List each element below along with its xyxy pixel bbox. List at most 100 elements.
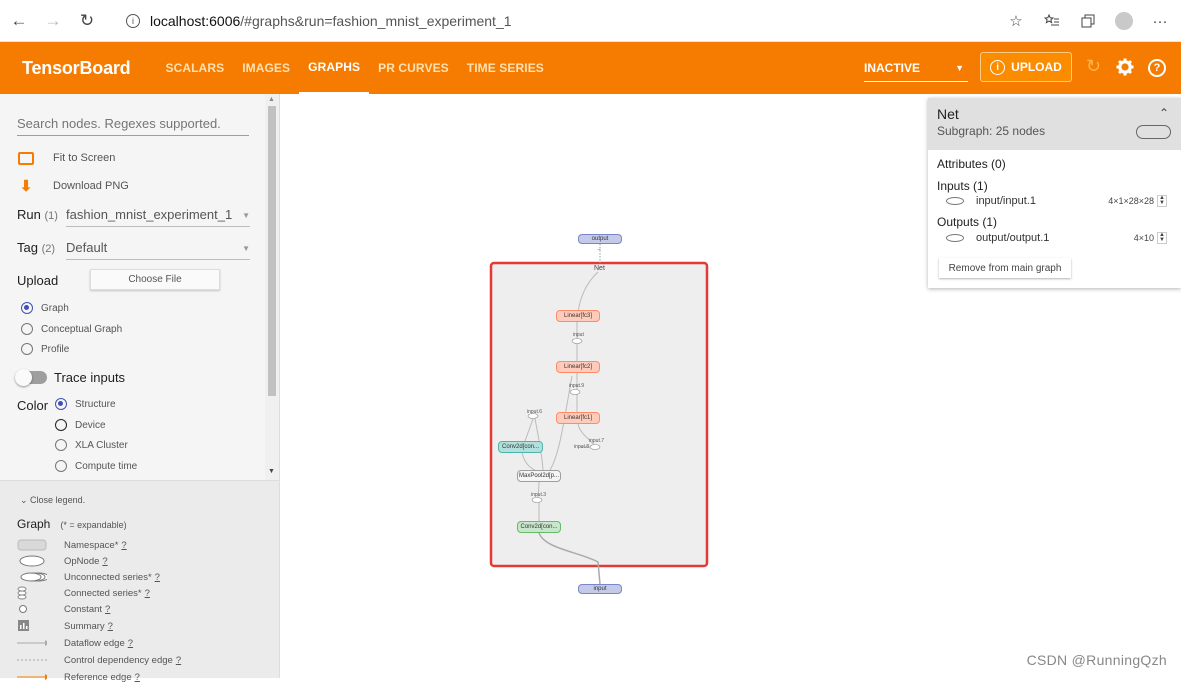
info-circle-icon: i (990, 59, 1006, 75)
expand-toggle-icon[interactable] (1136, 125, 1171, 139)
legend-dataflow-edge: Dataflow edge? (0, 635, 279, 651)
trace-inputs-toggle[interactable]: Trace inputs (15, 369, 125, 386)
tab-graphs[interactable]: GRAPHS (299, 42, 370, 94)
legend-constant: Constant? (0, 601, 279, 617)
reload-icon[interactable]: ↻ (1086, 56, 1101, 77)
control-edge-icon (17, 653, 47, 667)
favorites-icon[interactable] (1039, 8, 1065, 34)
info-icon[interactable]: i (126, 14, 140, 28)
maxpool2d-node[interactable]: MaxPool2d[p... (517, 470, 561, 482)
run-select[interactable]: fashion_mnist_experiment_1 ▼ (66, 207, 250, 227)
help-link[interactable]: ? (102, 556, 107, 567)
radio-color-compute-time[interactable]: Compute time (55, 460, 137, 472)
legend-panel: ⌄ Close legend. Graph (* = expandable) Na… (0, 480, 279, 683)
linear-fc2-node[interactable]: Linear[fc2] (556, 361, 600, 373)
conv2d-node-1[interactable]: Conv2d[con... (498, 441, 543, 453)
close-legend-toggle[interactable]: ⌄ Close legend. (20, 495, 85, 506)
linear-fc3-node[interactable]: Linear[fc3] (556, 310, 600, 322)
app-title: TensorBoard (22, 57, 131, 78)
toggle-switch-icon (15, 369, 47, 386)
browser-toolbar: ← → ↻ i localhost:6006/#graphs&run=fashi… (0, 0, 1181, 42)
radio-graph[interactable]: Graph (21, 302, 69, 314)
linear-fc1-node[interactable]: Linear[fc1] (556, 412, 600, 424)
inactive-select-label: INACTIVE (864, 60, 921, 75)
forward-icon[interactable]: → (38, 6, 68, 36)
radio-conceptual-graph[interactable]: Conceptual Graph (21, 323, 122, 335)
unconnected-series-icon (17, 570, 47, 584)
input-node[interactable]: input (578, 584, 622, 594)
help-icon[interactable]: ? (1148, 59, 1166, 77)
profile-icon[interactable] (1111, 8, 1137, 34)
tab-pr-curves[interactable]: PR CURVES (369, 42, 458, 94)
dataflow-edge-icon (17, 636, 47, 650)
watermark: CSDN @RunningQzh (1026, 652, 1167, 668)
run-label: Run (1) (17, 207, 58, 222)
fit-to-screen-button[interactable]: Fit to Screen (17, 150, 115, 166)
upload-button[interactable]: i UPLOAD (980, 52, 1072, 82)
input-item[interactable]: input/input.1 (946, 195, 1036, 207)
help-link[interactable]: ? (145, 588, 150, 599)
radio-unselected-icon (21, 323, 33, 335)
inactive-dashboard-select[interactable]: INACTIVE ▼ (864, 54, 968, 82)
more-icon[interactable]: ··· (1147, 8, 1173, 34)
collections-icon[interactable] (1075, 8, 1101, 34)
tab-images[interactable]: IMAGES (233, 42, 299, 94)
radio-unselected-icon (55, 419, 67, 431)
help-link[interactable]: ? (128, 638, 133, 649)
tab-time-series[interactable]: TIME SERIES (458, 42, 553, 94)
download-icon: ⬇ (19, 178, 33, 195)
upload-button-label: UPLOAD (1011, 60, 1062, 74)
attributes-heading: Attributes (0) (937, 157, 1006, 171)
radio-color-xla-cluster[interactable]: XLA Cluster (55, 439, 128, 451)
radio-unselected-icon (21, 343, 33, 355)
radio-selected-icon (55, 398, 67, 410)
help-link[interactable]: ? (176, 655, 181, 666)
help-link[interactable]: ? (105, 604, 110, 615)
back-icon[interactable]: ← (4, 6, 34, 36)
tab-scalars[interactable]: SCALARS (156, 42, 233, 94)
remove-from-main-graph-button[interactable]: Remove from main graph (939, 258, 1071, 278)
scroll-up-icon[interactable]: ▲ (268, 96, 275, 103)
reference-edge-icon (17, 670, 47, 684)
help-link[interactable]: ? (135, 672, 140, 683)
chevron-up-icon[interactable]: ⌃ (1159, 106, 1169, 120)
radio-color-device[interactable]: Device (55, 419, 106, 431)
expand-stepper-icon[interactable]: ▲ ▼ (1157, 195, 1167, 207)
expand-stepper-icon[interactable]: ▲ ▼ (1157, 232, 1167, 244)
choose-file-button[interactable]: Choose File (90, 269, 220, 290)
star-icon[interactable]: ☆ (1003, 8, 1029, 34)
download-png-button[interactable]: ⬇ Download PNG (17, 178, 129, 195)
tag-select[interactable]: Default ▼ (66, 240, 250, 260)
sidebar-scroll-thumb[interactable] (268, 106, 276, 396)
settings-gear-icon[interactable] (1116, 58, 1134, 81)
help-link[interactable]: ? (121, 540, 126, 551)
edge-label: input.7 (589, 438, 605, 444)
radio-selected-icon (21, 302, 33, 314)
scroll-down-icon[interactable]: ▼ (268, 468, 275, 475)
help-link[interactable]: ? (108, 621, 113, 632)
tensorboard-toolbar: TensorBoard SCALARS IMAGES GRAPHS PR CUR… (0, 42, 1181, 94)
legend-summary: Summary? (0, 618, 279, 634)
outputs-heading: Outputs (1) (937, 215, 998, 229)
legend-unconnected-series: Unconnected series*? (0, 569, 279, 585)
legend-reference-edge: Reference edge? (0, 669, 279, 685)
info-title: Net (937, 106, 959, 122)
radio-profile[interactable]: Profile (21, 343, 69, 355)
opnode-icon (946, 197, 964, 205)
dropdown-caret-icon: ▼ (955, 62, 964, 73)
refresh-icon[interactable]: ↻ (72, 6, 102, 36)
output-node[interactable]: output (578, 234, 622, 244)
radio-color-structure[interactable]: Structure (55, 398, 116, 410)
upload-label: Upload (17, 273, 59, 288)
help-link[interactable]: ? (155, 572, 160, 583)
output-item[interactable]: output/output.1 (946, 232, 1049, 244)
download-png-label: Download PNG (53, 180, 129, 192)
connected-series-icon (17, 586, 47, 600)
net-label[interactable]: Net (594, 265, 605, 272)
conv2d-node-2[interactable]: Conv2d[con... (517, 521, 561, 533)
search-nodes-input[interactable]: Search nodes. Regexes supported. (17, 116, 249, 136)
edge-label: input.8 (574, 444, 590, 450)
legend-connected-series: Connected series*? (0, 585, 279, 601)
control-edge-dots: ··· (597, 247, 601, 253)
tag-label: Tag (2) (17, 240, 56, 255)
